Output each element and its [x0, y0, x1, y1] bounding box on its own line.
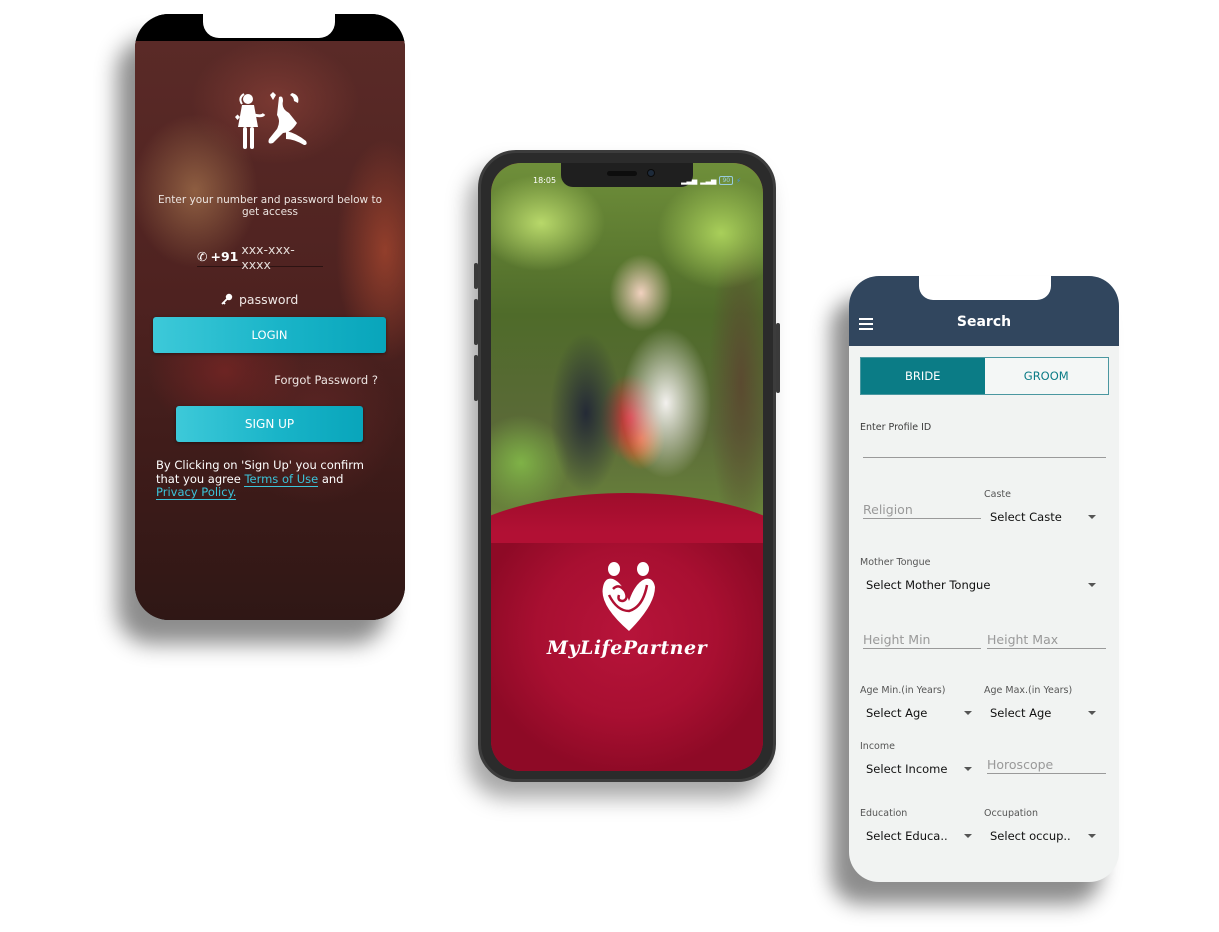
- volume-down-button: [474, 299, 478, 345]
- couple-proposal-icon: [235, 92, 307, 149]
- tab-groom[interactable]: GROOM: [984, 358, 1108, 394]
- charging-icon: ⚡: [736, 176, 741, 185]
- signal-icon: ▂▃▅: [681, 176, 698, 185]
- occupation-select[interactable]: Select occup..: [990, 829, 1096, 843]
- page-title: Search: [956, 314, 1012, 330]
- power-button: [776, 323, 780, 393]
- age-max-value: Select Age: [990, 706, 1052, 720]
- gender-toggle: BRIDE GROOM: [860, 357, 1109, 395]
- dropdown-caret-icon: [1088, 834, 1096, 838]
- education-select[interactable]: Select Educa..: [866, 829, 972, 843]
- search-phone: Search BRIDE GROOM Enter Profile ID Reli…: [849, 276, 1119, 882]
- dropdown-caret-icon: [1088, 583, 1096, 587]
- income-select[interactable]: Select Income: [866, 762, 972, 776]
- occupation-value: Select occup..: [990, 829, 1071, 843]
- speaker: [607, 171, 637, 176]
- front-camera: [647, 169, 655, 177]
- signal-icon-2: ▂▃▅: [700, 176, 717, 185]
- age-max-label: Age Max.(in Years): [984, 685, 1073, 696]
- mother-tongue-value: Select Mother Tongue: [866, 578, 991, 592]
- signup-button[interactable]: SIGN UP: [176, 406, 363, 442]
- terms-and: and: [318, 471, 344, 486]
- income-label: Income: [860, 741, 895, 752]
- income-value: Select Income: [866, 762, 948, 776]
- religion-input[interactable]: Religion: [863, 502, 981, 519]
- phone-notch: [561, 163, 693, 187]
- occupation-label: Occupation: [984, 808, 1038, 819]
- dropdown-caret-icon: [964, 767, 972, 771]
- country-code: +91: [210, 249, 239, 264]
- height-min-input[interactable]: Height Min: [863, 632, 981, 649]
- tab-bride[interactable]: BRIDE: [861, 358, 985, 394]
- phone-number-input[interactable]: ✆ +91 xxx-xxx-xxxx: [197, 242, 323, 272]
- forgot-password-link[interactable]: Forgot Password ?: [235, 373, 378, 387]
- silent-switch: [474, 355, 478, 401]
- caste-value: Select Caste: [990, 510, 1062, 524]
- terms-notice: By Clicking on 'Sign Up' you confirm tha…: [156, 458, 388, 500]
- key-icon: [221, 293, 233, 305]
- wedding-couple-photo: [491, 163, 763, 543]
- brand-name: MyLifePartner: [546, 637, 708, 659]
- stage: Enter your number and password below to …: [0, 0, 1219, 932]
- caste-label: Caste: [984, 489, 1011, 500]
- password-placeholder: password: [239, 291, 299, 307]
- login-screen: Enter your number and password below to …: [135, 41, 405, 620]
- mother-tongue-select[interactable]: Select Mother Tongue: [866, 578, 1096, 592]
- age-min-value: Select Age: [866, 706, 928, 720]
- heart-couple-logo-icon: [602, 562, 655, 631]
- login-instructions: Enter your number and password below to …: [158, 194, 382, 218]
- volume-up-button: [474, 263, 478, 289]
- height-max-input[interactable]: Height Max: [987, 632, 1106, 649]
- dropdown-caret-icon: [1088, 711, 1096, 715]
- terms-of-use-link[interactable]: Terms of Use: [244, 471, 319, 487]
- privacy-policy-link[interactable]: Privacy Policy.: [156, 485, 237, 500]
- dropdown-caret-icon: [964, 834, 972, 838]
- phone-icon: ✆: [197, 249, 208, 264]
- login-button[interactable]: LOGIN: [153, 317, 386, 353]
- app-header: Search: [849, 276, 1119, 346]
- dropdown-caret-icon: [1088, 515, 1096, 519]
- mother-tongue-label: Mother Tongue: [860, 557, 931, 568]
- caste-select[interactable]: Select Caste: [990, 510, 1096, 524]
- password-input[interactable]: password: [221, 289, 321, 309]
- splash-phone: 18:05 ▂▃▅ ▂▃▅ 90 ⚡ MyLifePartner: [474, 150, 780, 782]
- education-value: Select Educa..: [866, 829, 948, 843]
- dropdown-caret-icon: [964, 711, 972, 715]
- status-time: 18:05: [533, 176, 557, 185]
- profile-id-input[interactable]: [863, 440, 1106, 458]
- login-phone: Enter your number and password below to …: [135, 14, 405, 620]
- age-max-select[interactable]: Select Age: [990, 706, 1096, 720]
- phone-notch: [203, 14, 335, 38]
- horoscope-input[interactable]: Horoscope: [987, 757, 1106, 774]
- battery-icon: 90: [719, 176, 734, 185]
- phone-notch: [919, 276, 1051, 300]
- education-label: Education: [860, 808, 908, 819]
- age-min-select[interactable]: Select Age: [866, 706, 972, 720]
- profile-id-label: Enter Profile ID: [860, 422, 932, 433]
- phone-placeholder: xxx-xxx-xxxx: [241, 241, 295, 272]
- splash-screen: 18:05 ▂▃▅ ▂▃▅ 90 ⚡ MyLifePartner: [491, 163, 763, 771]
- age-min-label: Age Min.(in Years): [860, 685, 946, 696]
- status-icons: ▂▃▅ ▂▃▅ 90 ⚡: [681, 176, 741, 185]
